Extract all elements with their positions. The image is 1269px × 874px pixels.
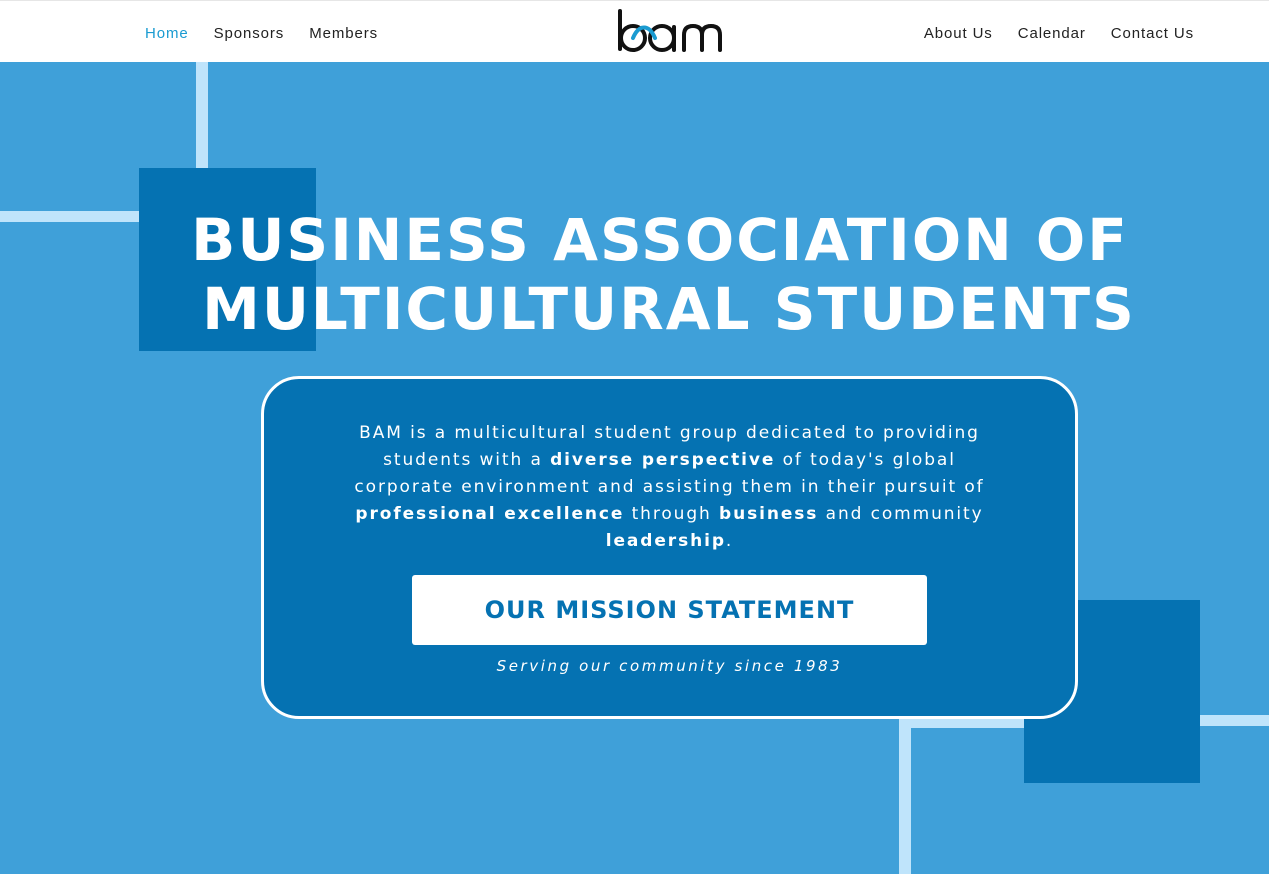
description-line-5: leadership. xyxy=(264,528,1075,555)
top-navbar: Home Sponsors Members About Us Calendar … xyxy=(0,0,1269,62)
card-description: BAM is a multicultural student group ded… xyxy=(264,420,1075,555)
nav-home-link[interactable]: Home xyxy=(145,24,189,41)
description-line-3: corporate environment and assisting them… xyxy=(354,477,985,497)
nav-calendar-link[interactable]: Calendar xyxy=(1018,24,1086,41)
mission-statement-button[interactable]: OUR MISSION STATEMENT xyxy=(412,575,927,645)
mission-card: BAM is a multicultural student group ded… xyxy=(261,376,1078,719)
nav-about-us-link[interactable]: About Us xyxy=(924,24,993,41)
bam-logo[interactable] xyxy=(615,8,729,56)
description-emphasis: professional excellence xyxy=(355,504,625,524)
description-line-4: professional excellence through business… xyxy=(264,501,1075,528)
hero-title: BUSINESS ASSOCIATION OF MULTICULTURAL ST… xyxy=(0,206,1269,344)
description-line-2: students with a diverse perspective of t… xyxy=(264,447,1075,474)
bam-logo-icon xyxy=(618,9,722,52)
nav-sponsors-link[interactable]: Sponsors xyxy=(214,24,285,41)
hero-title-line-2: MULTICULTURAL STUDENTS xyxy=(202,275,1136,343)
tagline: Serving our community since 1983 xyxy=(496,657,843,675)
decor-line-bottom-vertical xyxy=(899,717,911,874)
description-emphasis: diverse perspective xyxy=(550,450,776,470)
nav-contact-us-link[interactable]: Contact Us xyxy=(1111,24,1194,41)
decor-line-right-horizontal xyxy=(1198,715,1269,726)
description-text: . xyxy=(725,531,734,551)
description-text: students with a xyxy=(383,450,551,470)
description-text: through xyxy=(624,504,720,524)
description-emphasis: leadership xyxy=(605,531,726,551)
description-line-1: BAM is a multicultural student group ded… xyxy=(359,423,980,443)
description-text: of today's global xyxy=(775,450,956,470)
decor-line-top-vertical xyxy=(196,62,208,170)
description-emphasis: business xyxy=(719,504,819,524)
description-text: and community xyxy=(818,504,984,524)
nav-right-group: About Us Calendar Contact Us xyxy=(899,1,1194,63)
hero-title-line-1: BUSINESS ASSOCIATION OF xyxy=(191,206,1129,274)
nav-left-group: Home Sponsors Members xyxy=(145,1,403,63)
nav-members-link[interactable]: Members xyxy=(309,24,378,41)
